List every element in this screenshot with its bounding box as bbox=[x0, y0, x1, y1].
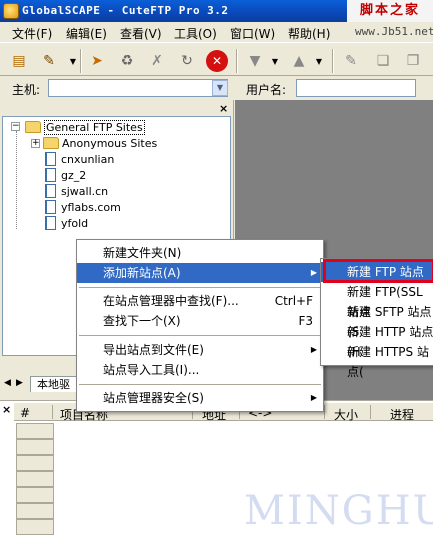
column-header[interactable]: # bbox=[20, 406, 30, 420]
submenu-item-http[interactable]: 新建 HTTP 站点(H bbox=[321, 322, 433, 359]
watermark-banner: 脚本之家 bbox=[347, 0, 433, 22]
close-icon[interactable]: × bbox=[219, 102, 228, 115]
footer-watermark: MINGHU bbox=[244, 488, 433, 534]
download-dropdown-icon[interactable]: ▼ bbox=[264, 50, 286, 72]
menu-item-find[interactable]: 在站点管理器中查找(F)... Ctrl+F bbox=[77, 291, 323, 311]
new-site-icon[interactable]: ✎ bbox=[38, 50, 60, 72]
menu-item-export[interactable]: 导出站点到文件(E) ▶ bbox=[77, 340, 323, 360]
submenu-item-https[interactable]: 新建 HTTPS 站点( bbox=[321, 342, 433, 379]
disconnect-icon[interactable]: ✗ bbox=[146, 50, 168, 72]
menu-item-find-next[interactable]: 查找下一个(X) F3 bbox=[77, 311, 323, 331]
tree-item-anonymous[interactable]: Anonymous Sites bbox=[43, 135, 157, 151]
menu-file[interactable]: 文件(F) bbox=[12, 25, 52, 42]
queue-row[interactable] bbox=[16, 503, 54, 519]
username-input[interactable] bbox=[296, 79, 416, 97]
folder-icon bbox=[43, 137, 59, 149]
download-icon[interactable]: ▼ bbox=[244, 50, 266, 72]
folder-open-icon bbox=[25, 121, 41, 133]
tab-scroll-right-icon[interactable]: ▶ bbox=[16, 378, 23, 388]
open-book-icon[interactable]: ▤ bbox=[8, 50, 30, 72]
context-menu: 新建文件夹(N) 添加新站点(A) ▶ 在站点管理器中查找(F)... Ctrl… bbox=[76, 239, 324, 412]
host-dropdown-icon[interactable]: ▼ bbox=[212, 80, 228, 96]
quick-connect-bar: 主机: ▼ 用户名: bbox=[0, 76, 433, 100]
menu-item-add-site[interactable]: 添加新站点(A) ▶ bbox=[77, 263, 323, 283]
tab-local-drives[interactable]: 本地驱 bbox=[30, 376, 77, 392]
queue-row[interactable] bbox=[16, 439, 54, 455]
paste-icon[interactable]: ❐ bbox=[402, 50, 424, 72]
menu-tools[interactable]: 工具(O) bbox=[174, 25, 217, 42]
submenu-arrow-icon: ▶ bbox=[310, 268, 317, 277]
upload-icon[interactable]: ▲ bbox=[288, 50, 310, 72]
tree-item-site[interactable]: yflabs.com bbox=[45, 199, 121, 215]
collapse-icon[interactable]: − bbox=[11, 122, 20, 131]
menu-edit[interactable]: 编辑(E) bbox=[66, 25, 107, 42]
connect-icon[interactable]: ➤ bbox=[86, 50, 108, 72]
queue-row[interactable] bbox=[16, 519, 54, 535]
expand-icon[interactable]: + bbox=[31, 139, 40, 148]
site-icon bbox=[45, 216, 56, 230]
column-header[interactable]: 进程 bbox=[390, 406, 414, 423]
tree-item-site[interactable]: gz_2 bbox=[45, 167, 86, 183]
queue-row[interactable] bbox=[16, 487, 54, 503]
column-header[interactable]: 大小 bbox=[334, 406, 358, 423]
menu-help[interactable]: 帮助(H) bbox=[288, 25, 330, 42]
tree-item-site[interactable]: yfold bbox=[45, 215, 88, 231]
submenu-item-ftp-ssl[interactable]: 新建 FTP(SSL 站点 bbox=[321, 282, 433, 319]
highlight-annotation bbox=[323, 259, 433, 283]
site-icon bbox=[45, 168, 56, 182]
upload-dropdown-icon[interactable]: ▼ bbox=[308, 50, 330, 72]
submenu-arrow-icon: ▶ bbox=[310, 345, 317, 354]
tree-root-label: General FTP Sites bbox=[44, 119, 145, 135]
menu-item-new-folder[interactable]: 新建文件夹(N) bbox=[77, 243, 323, 263]
menu-window[interactable]: 窗口(W) bbox=[230, 25, 275, 42]
site-icon bbox=[45, 200, 56, 214]
username-label: 用户名: bbox=[246, 83, 287, 97]
host-input[interactable] bbox=[48, 79, 228, 97]
app-icon[interactable] bbox=[3, 3, 19, 19]
stop-icon[interactable]: ✕ bbox=[206, 50, 228, 72]
site-icon bbox=[45, 152, 56, 166]
tree-item-site[interactable]: cnxunlian bbox=[45, 151, 114, 167]
submenu-item-sftp[interactable]: 新建 SFTP 站点(S bbox=[321, 302, 433, 339]
submenu-arrow-icon: ▶ bbox=[310, 393, 317, 402]
queue-row[interactable] bbox=[16, 423, 54, 439]
tree-item-site[interactable]: sjwall.cn bbox=[45, 183, 108, 199]
menu-item-import[interactable]: 站点导入工具(I)... bbox=[77, 360, 323, 380]
queue-row[interactable] bbox=[16, 455, 54, 471]
host-label: 主机: bbox=[12, 83, 41, 97]
toolbar: ▤ ✎ ▼ ➤ ♻ ✗ ↻ ✕ ▼ ▼ ▲ ▼ ✎ ❏ ❐ bbox=[0, 42, 433, 76]
tab-scroll-left-icon[interactable]: ◀ bbox=[4, 378, 11, 388]
menu-item-security[interactable]: 站点管理器安全(S) ▶ bbox=[77, 388, 323, 408]
edit-icon[interactable]: ✎ bbox=[340, 50, 362, 72]
reconnect-icon[interactable]: ♻ bbox=[116, 50, 138, 72]
tree-root[interactable]: General FTP Sites bbox=[25, 119, 145, 135]
queue-row[interactable] bbox=[16, 471, 54, 487]
site-icon bbox=[45, 184, 56, 198]
window-title: GlobalSCAPE - CuteFTP Pro 3.2 bbox=[22, 4, 229, 17]
menu-view[interactable]: 查看(V) bbox=[120, 25, 162, 42]
menu-bar: 文件(F) 编辑(E) 查看(V) 工具(O) 窗口(W) 帮助(H) www.… bbox=[0, 22, 433, 42]
copy-icon[interactable]: ❏ bbox=[372, 50, 394, 72]
watermark-url: www.Jb51.net bbox=[355, 25, 433, 38]
refresh-icon[interactable]: ↻ bbox=[176, 50, 198, 72]
close-icon[interactable]: × bbox=[2, 403, 11, 416]
